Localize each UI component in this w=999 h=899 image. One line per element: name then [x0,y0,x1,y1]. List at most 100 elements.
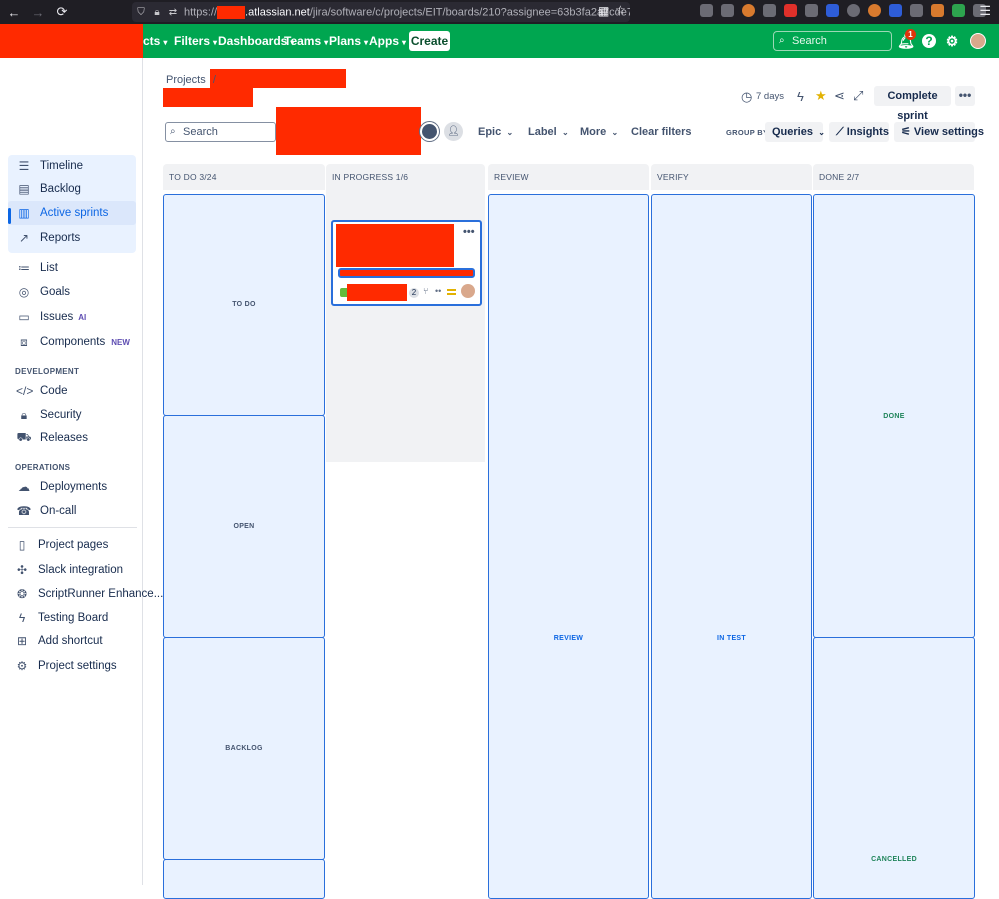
bookmark-star-icon[interactable]: ☆ [615,3,626,17]
drop-zone-cancelled[interactable]: CANCELLED [813,637,975,899]
nav-apps[interactable]: Apps ▾ [369,24,406,58]
menu-icon[interactable]: ☰ [979,3,991,19]
extension-avatar-icon[interactable] [742,4,755,17]
automation-lightning-icon[interactable]: ϟ [797,89,804,104]
extension-icon[interactable] [805,4,818,17]
extension-face-icon[interactable] [868,4,881,17]
sidebar-item-project-pages[interactable]: ▯ Project pages [14,533,109,557]
more-actions-button[interactable]: ••• [955,86,975,106]
chevron-down-icon: ⌄ [504,128,514,137]
pocket-icon[interactable] [700,4,713,17]
nav-teams[interactable]: Teams ▾ [284,24,328,58]
sidebar-item-testing-board[interactable]: ϟ Testing Board [14,606,109,630]
more-filter[interactable]: More ⌄ [580,126,618,138]
sidebar-item-add-shortcut[interactable]: ⊞ Add shortcut [14,629,103,653]
view-settings-button[interactable]: ⚟ View settings [894,122,984,142]
phone-icon: ☎ [16,504,32,518]
extension-fox-icon[interactable] [931,4,944,17]
nav-projects[interactable]: cts ▾ [143,24,167,58]
drop-zone-in-test[interactable]: IN TEST [651,194,812,899]
sidebar-item-slack[interactable]: ✣ Slack integration [14,558,123,582]
insights-button[interactable]: ⟋ Insights [829,122,889,142]
assignee-avatar-filter[interactable] [420,122,439,141]
column-header-review: REVIEW [488,164,649,190]
sidebar-item-active-sprints[interactable]: ▥ Active sprints [8,201,136,225]
nav-dashboards[interactable]: Dashboards ▾ [218,24,294,58]
epic-filter[interactable]: Epic ⌄ [478,126,513,138]
sidebar-item-list[interactable]: ≔ List [16,256,58,280]
reload-icon[interactable]: ⟳ [50,4,74,20]
create-button[interactable]: Create [409,31,450,51]
sidebar-item-timeline[interactable]: ☰ Timeline [16,154,83,178]
sidebar-item-code[interactable]: </> Code [16,379,68,403]
star-icon[interactable]: ★ [815,88,827,104]
label-filter[interactable]: Label ⌄ [528,126,569,138]
drop-zone-todo[interactable]: TO DO [163,194,325,416]
redacted-issue-key [347,284,407,301]
redacted-epic-label [338,268,475,278]
sidebar-item-reports[interactable]: ↗ Reports [16,226,80,250]
sidebar-item-deployments[interactable]: ☁ Deployments [16,475,107,499]
qr-icon[interactable]: ▦ [598,4,609,18]
drop-zone-more[interactable] [163,859,325,899]
sidebar-item-project-settings[interactable]: ⚙ Project settings [14,654,117,678]
sidebar-item-security[interactable]: 🔒︎ Security [16,403,82,427]
breadcrumb-projects[interactable]: Projects [166,74,206,86]
redacted-filter-area [276,107,421,155]
search-icon: ⌕ [779,35,785,46]
sidebar-item-goals[interactable]: ◎ Goals [16,280,70,304]
assignee-avatar[interactable] [461,284,475,298]
card-menu-icon[interactable]: ••• [463,226,475,238]
lock-icon[interactable]: 🔒︎ [150,7,164,18]
extension-blue-icon[interactable] [826,4,839,17]
releases-icon: ⛟ [16,430,32,444]
priority-medium-icon [447,289,456,295]
nav-plans[interactable]: Plans ▾ [329,24,368,58]
global-search-input[interactable]: ⌕ Search [773,31,892,51]
group-by-select[interactable]: Queries ⌄ [765,122,825,142]
chevron-down-icon: ▾ [324,38,329,47]
chevron-down-icon: ▾ [163,38,168,47]
drop-zone-done[interactable]: DONE [813,194,975,638]
sidebar-item-on-call[interactable]: ☎ On-call [16,499,77,523]
redacted-board-title [163,88,253,107]
shield-icon[interactable]: ⛉ [134,7,148,18]
back-icon[interactable]: ← [2,5,26,20]
board-search-input[interactable]: ⌕ Search [165,122,276,142]
extension-green-icon[interactable] [952,4,965,17]
nav-filters[interactable]: Filters ▾ [174,24,217,58]
clear-filters-button[interactable]: Clear filters [631,126,692,138]
sidebar-item-scriptrunner[interactable]: ❂ ScriptRunner Enhance... [14,582,163,606]
address-bar[interactable]: ⛉ 🔒︎ ⇄ https://.atlassian.net/jira/softw… [132,2,630,22]
download-icon[interactable] [721,4,734,17]
add-people-icon[interactable]: 👤︎ [444,122,463,141]
sidebar-item-releases[interactable]: ⛟ Releases [16,426,88,450]
puzzle-icon[interactable] [763,4,776,17]
extension-lines-icon[interactable] [910,4,923,17]
list-icon: ≔ [18,261,30,275]
sidebar-item-issues[interactable]: ▭ Issues AI [16,305,86,329]
share-icon[interactable]: ⋖ [834,88,845,104]
drop-zone-review[interactable]: REVIEW [488,194,649,899]
components-icon: ⧈ [20,334,28,349]
help-icon[interactable]: ? [922,34,936,48]
redacted-card-title [336,224,454,267]
complete-sprint-button[interactable]: Complete sprint [874,86,951,122]
fullscreen-icon[interactable]: ⤢ [853,88,863,104]
issue-card[interactable]: ••• 2 ⑂ •• [331,220,482,306]
extension-grid-icon[interactable] [889,4,902,17]
sidebar-item-components[interactable]: ⧈ Components NEW [16,330,130,354]
operations-section-title: OPERATIONS [15,463,71,472]
youtube-extension-icon[interactable] [784,4,797,17]
profile-avatar[interactable] [970,33,986,49]
drop-zone-backlog[interactable]: BACKLOG [163,637,325,860]
sidebar-item-backlog[interactable]: ▤ Backlog [16,177,81,201]
column-header-verify: VERIFY [651,164,812,190]
drop-zone-open[interactable]: OPEN [163,415,325,638]
settings-gear-icon[interactable]: ⚙ [943,32,961,50]
new-tag: NEW [111,337,130,347]
extension-dark-icon[interactable] [847,4,860,17]
development-section-title: DEVELOPMENT [15,367,80,376]
forward-icon[interactable]: → [26,5,50,20]
permissions-icon[interactable]: ⇄ [166,7,180,18]
